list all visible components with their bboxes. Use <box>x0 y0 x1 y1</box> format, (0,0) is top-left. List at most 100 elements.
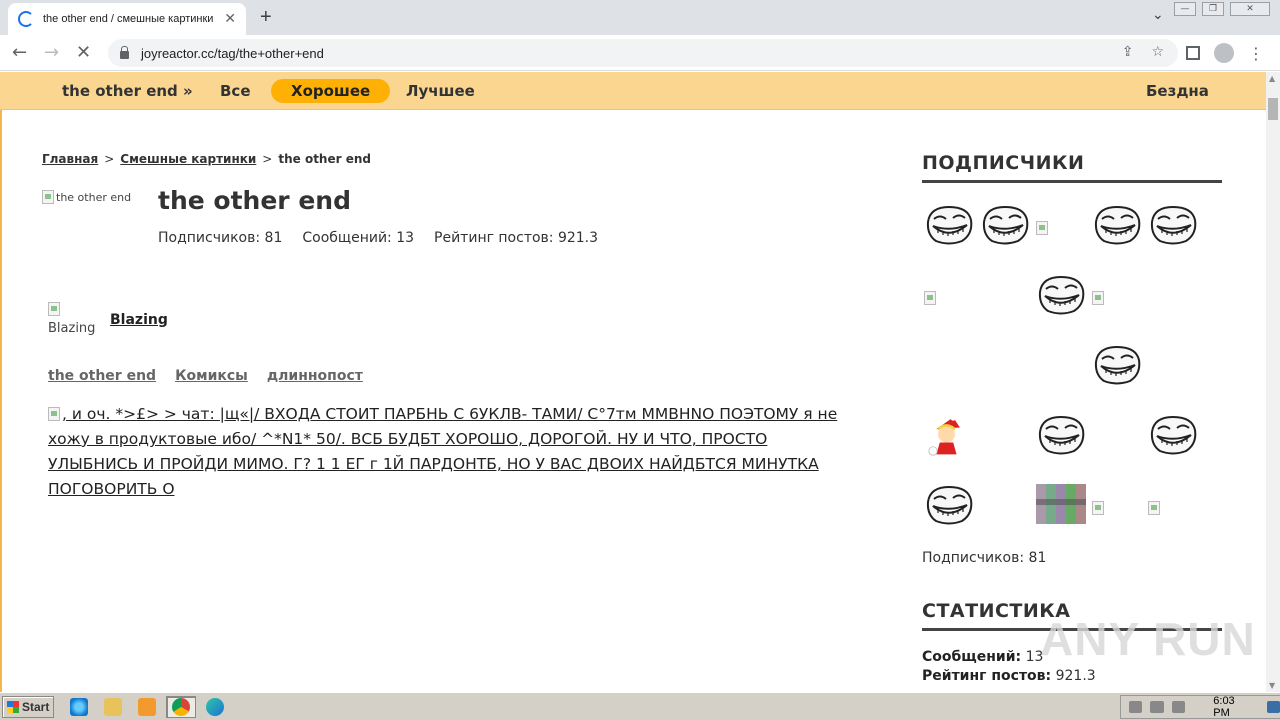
start-button[interactable]: Start <box>2 696 54 718</box>
system-tray: 6:03 PM <box>1120 695 1280 719</box>
page-scrollbar[interactable]: ▲ ▼ <box>1266 72 1280 692</box>
page-title: the other end <box>158 186 351 215</box>
minimize-button[interactable]: — <box>1174 2 1196 16</box>
stat-rating-value: 921.3 <box>1055 668 1096 684</box>
tag-subscribers: Подписчиков: 81 <box>158 230 283 246</box>
post-tag-link[interactable]: Комиксы <box>175 368 248 384</box>
breadcrumb-section[interactable]: Смешные картинки <box>120 152 256 166</box>
profile-avatar-icon[interactable] <box>1214 43 1234 63</box>
breadcrumb-separator: > <box>104 152 115 166</box>
subscriber-avatar[interactable] <box>1092 274 1142 324</box>
stat-rating-label: Рейтинг постов: <box>922 668 1052 684</box>
loading-spinner-icon <box>18 11 34 27</box>
edge-icon[interactable] <box>206 698 224 716</box>
post-text-content[interactable]: , и оч. *>£> > чат: |щ«|/ ВХОДА СТОИТ ПА… <box>48 405 837 498</box>
subscriber-avatar[interactable] <box>1036 484 1086 534</box>
author-avatar[interactable]: Blazing <box>48 302 104 337</box>
subscriber-avatar[interactable] <box>980 204 1030 254</box>
tag-image-alt: the other end <box>56 190 132 204</box>
tag-image: the other end <box>42 190 131 204</box>
sidebar-subscribers-count: Подписчиков: 81 <box>922 550 1047 566</box>
subscriber-avatar[interactable] <box>924 204 974 254</box>
network-icon[interactable] <box>1150 701 1164 713</box>
browser-tab-strip: the other end / смешные картинки ✕ + ⌄ —… <box>0 0 1280 35</box>
tab-title: the other end / смешные картинки <box>43 13 214 25</box>
menu-kebab-icon[interactable]: ⋮ <box>1248 44 1264 63</box>
anyrun-watermark: ANY RUN <box>1040 613 1256 665</box>
nav-best[interactable]: Лучшее <box>386 79 495 103</box>
subscriber-avatar[interactable] <box>1092 484 1142 534</box>
breadcrumb-separator: > <box>262 152 273 166</box>
forward-arrow-icon[interactable]: → <box>44 42 59 63</box>
subscriber-avatar[interactable] <box>924 274 974 324</box>
site-navigation: the other end » Все Хорошее Лучшее Бездн… <box>0 72 1266 110</box>
browser-toolbar: ← → ✕ joyreactor.cc/tag/the+other+end ⇪ … <box>0 35 1280 71</box>
windows-taskbar: Start 6:03 PM <box>0 692 1280 720</box>
post-tags: the other end Комиксы длиннопост <box>48 368 363 384</box>
post-image-alt-text[interactable]: , и оч. *>£> > чат: |щ«|/ ВХОДА СТОИТ ПА… <box>48 402 860 502</box>
post-author: Blazing Blazing <box>48 302 168 337</box>
share-icon[interactable]: ⇪ <box>1122 44 1134 60</box>
breadcrumb-home[interactable]: Главная <box>42 152 98 166</box>
tag-posts: Сообщений: 13 <box>302 230 415 246</box>
subscriber-avatar[interactable] <box>1036 414 1086 464</box>
broken-image-icon <box>48 407 60 421</box>
chrome-taskbar-button[interactable] <box>166 696 196 718</box>
subscriber-avatar[interactable] <box>1036 274 1086 324</box>
close-window-button[interactable]: ✕ <box>1230 2 1270 16</box>
subscriber-avatar[interactable] <box>1092 344 1142 394</box>
stop-loading-icon[interactable]: ✕ <box>76 42 91 63</box>
clock: 6:03 PM <box>1213 695 1235 719</box>
scroll-thumb[interactable] <box>1268 98 1278 120</box>
broken-image-icon <box>48 302 60 316</box>
chrome-icon <box>172 698 190 716</box>
page-left-border <box>0 72 2 692</box>
nav-all[interactable]: Все <box>200 79 271 103</box>
scroll-up-icon[interactable]: ▲ <box>1269 74 1275 83</box>
start-label: Start <box>22 700 50 714</box>
flag-icon[interactable] <box>1171 701 1186 713</box>
author-avatar-alt: Blazing <box>48 321 96 336</box>
breadcrumb-current: the other end <box>278 152 371 166</box>
new-tab-button[interactable]: + <box>260 6 272 29</box>
nav-tag-link[interactable]: the other end » <box>42 79 213 103</box>
author-link[interactable]: Blazing <box>110 312 168 328</box>
subscriber-avatar[interactable] <box>1092 204 1142 254</box>
stat-posts: Сообщений: 13 <box>922 649 1043 665</box>
close-tab-icon[interactable]: ✕ <box>224 11 236 27</box>
broken-image-icon <box>42 190 54 204</box>
nav-good[interactable]: Хорошее <box>271 79 391 103</box>
side-panel-icon[interactable] <box>1186 46 1200 60</box>
media-player-icon[interactable] <box>138 698 156 716</box>
subscriber-avatar[interactable] <box>924 414 974 464</box>
url-text[interactable]: joyreactor.cc/tag/the+other+end <box>141 46 324 61</box>
show-desktop-icon[interactable] <box>1266 701 1280 713</box>
tag-stats: Подписчиков: 81 Сообщений: 13 Рейтинг по… <box>158 230 598 246</box>
bookmark-star-icon[interactable]: ☆ <box>1151 44 1164 60</box>
page-viewport: the other end » Все Хорошее Лучшее Бездн… <box>0 72 1266 692</box>
post-tag-link[interactable]: длиннопост <box>267 368 363 384</box>
subscriber-avatar[interactable] <box>1148 484 1198 534</box>
back-arrow-icon[interactable]: ← <box>12 42 27 63</box>
browser-tab[interactable]: the other end / смешные картинки ✕ <box>8 3 246 35</box>
lock-icon[interactable] <box>120 46 129 59</box>
volume-icon[interactable] <box>1129 701 1143 713</box>
breadcrumb: Главная > Смешные картинки > the other end <box>42 152 371 166</box>
stat-posts-label: Сообщений: <box>922 649 1022 665</box>
folder-icon[interactable] <box>104 698 122 716</box>
subscribers-heading: ПОДПИСЧИКИ <box>922 152 1222 183</box>
scroll-down-icon[interactable]: ▼ <box>1269 681 1275 690</box>
subscriber-avatar[interactable] <box>1036 204 1086 254</box>
subscriber-avatar[interactable] <box>1148 204 1198 254</box>
address-bar[interactable]: joyreactor.cc/tag/the+other+end ⇪ ☆ <box>108 39 1178 67</box>
restore-button[interactable]: ❐ <box>1202 2 1224 16</box>
post-tag-link[interactable]: the other end <box>48 368 156 384</box>
ie-icon[interactable] <box>70 698 88 716</box>
subscriber-avatar[interactable] <box>1148 414 1198 464</box>
window-controls: — ❐ ✕ <box>1174 2 1270 16</box>
windows-logo-icon <box>7 701 19 713</box>
tag-rating: Рейтинг постов: 921.3 <box>434 230 599 246</box>
subscriber-avatar[interactable] <box>924 484 974 534</box>
tab-search-chevron-icon[interactable]: ⌄ <box>1152 7 1164 23</box>
nav-abyss[interactable]: Бездна <box>1126 79 1229 103</box>
